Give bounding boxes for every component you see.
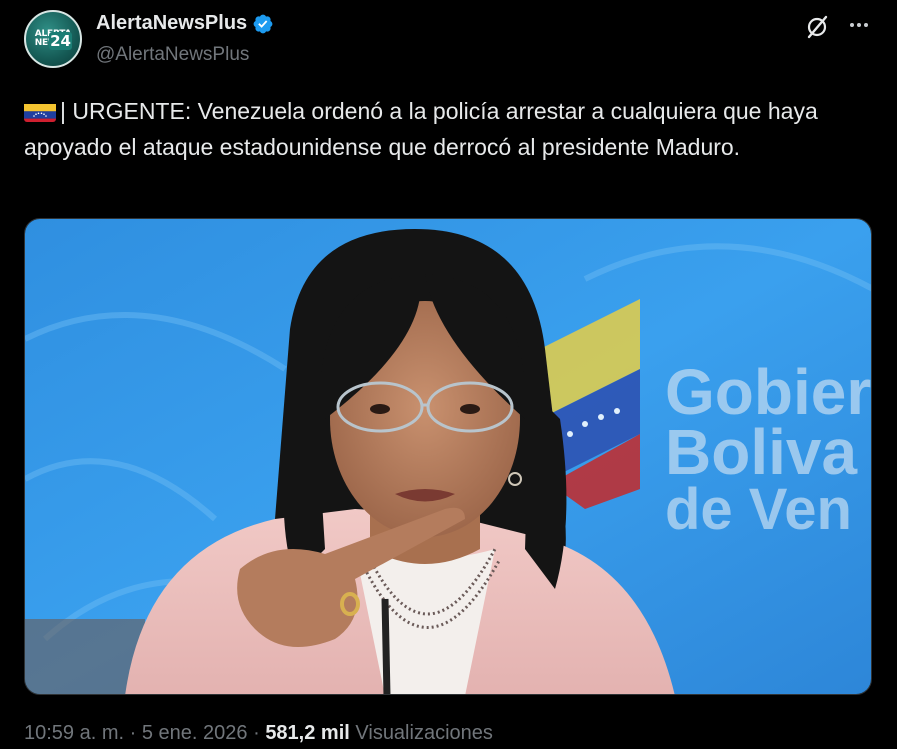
avatar-logo-number: 24 [49,32,72,50]
grok-icon [807,15,828,39]
more-options-icon [850,23,854,27]
author-avatar[interactable]: ALERTA NEWS 24 [24,10,82,68]
tweet-text-body: | URGENTE: Venezuela ordenó a la policía… [24,98,818,160]
sign-text-line-3: de Ven [665,477,852,542]
views-count[interactable]: 581,2 mil [265,722,350,744]
author-handle[interactable]: @AlertaNewsPlus [96,44,249,66]
photo-illustration: Gobier Boliva de Ven [25,219,871,694]
tweet-text: | URGENTE: Venezuela ordenó a la policía… [24,93,874,165]
more-options-icon-dot [857,23,861,27]
verified-badge-icon [253,14,273,33]
more-options-button[interactable] [842,10,876,40]
tweet-date[interactable]: 5 ene. 2026 [142,722,248,744]
grok-button[interactable] [800,10,834,44]
author-name-row: AlertaNewsPlus [96,12,274,35]
tweet-time[interactable]: 10:59 a. m. [24,722,124,744]
meta-separator: · [253,722,260,744]
more-options-icon-dot [864,23,868,27]
tweet-post: ALERTA NEWS 24 AlertaNewsPlus @AlertaNew… [0,0,897,749]
author-display-name[interactable]: AlertaNewsPlus [96,12,247,35]
venezuela-flag-icon [24,100,56,122]
views-label: Visualizaciones [355,722,493,744]
meta-separator: · [129,722,137,744]
tweet-media-photo[interactable]: Gobier Boliva de Ven [24,218,872,695]
tweet-metadata: 10:59 a. m. · 5 ene. 2026 · 581,2 mil Vi… [24,722,493,745]
